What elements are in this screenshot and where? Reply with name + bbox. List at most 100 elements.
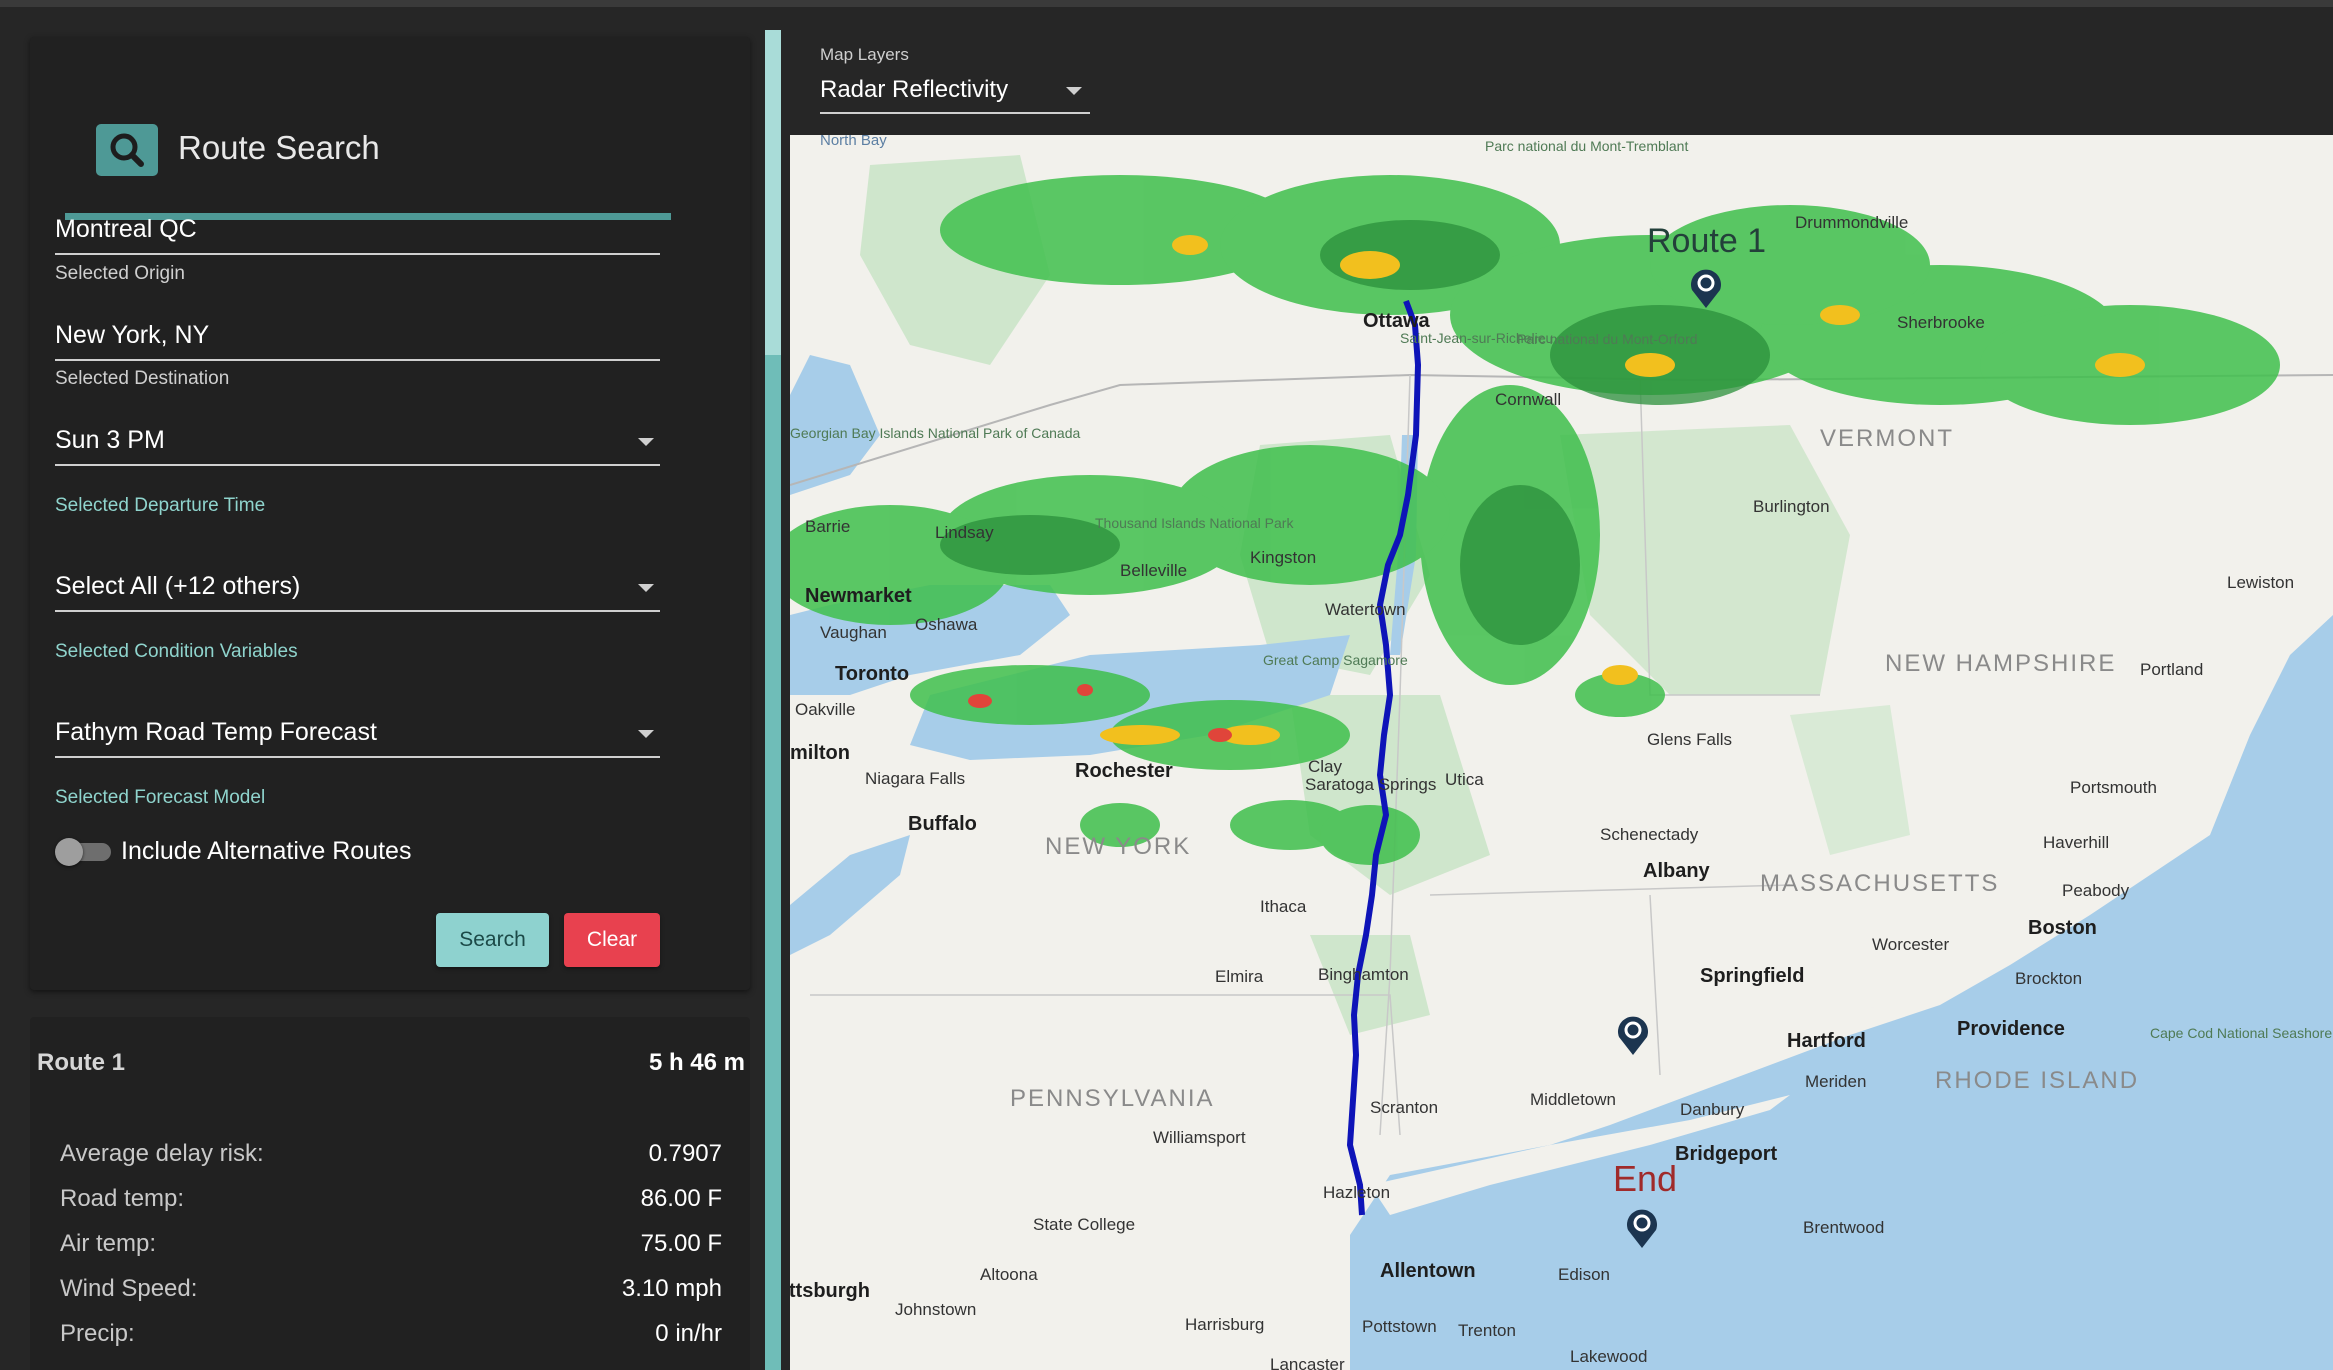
departure-time-value: Sun 3 PM	[55, 426, 165, 454]
city-label: Scranton	[1370, 1098, 1439, 1117]
city-label: Lakewood	[1570, 1347, 1648, 1366]
state-label: NEW HAMPSHIRE	[1885, 650, 2117, 677]
city-label: Newmarket	[805, 585, 912, 607]
city-label: Lewiston	[2227, 573, 2295, 592]
city-label: Clay	[1308, 757, 1343, 776]
city-label: Schenectady	[1600, 825, 1699, 844]
forecast-model-select[interactable]: Fathym Road Temp Forecast	[55, 708, 660, 758]
city-label: Pottstown	[1362, 1317, 1437, 1336]
city-label: Peabody	[2062, 881, 2130, 900]
city-label: Brentwood	[1803, 1218, 1885, 1237]
clear-button[interactable]: Clear	[564, 913, 660, 967]
city-label: Altoona	[980, 1265, 1038, 1284]
city-label: Danbury	[1680, 1100, 1745, 1119]
stat-value: 3.10 mph	[621, 1275, 722, 1302]
city-label: Vaughan	[820, 623, 887, 642]
city-label: Lindsay	[935, 523, 994, 542]
condition-variables-value: Select All (+12 others)	[55, 572, 301, 600]
park-label: Parc national du Mont-Orford	[1517, 331, 1698, 347]
chevron-down-icon	[638, 438, 654, 446]
origin-input[interactable]: Montreal QC	[55, 205, 660, 255]
map-view[interactable]: NEW YORK PENNSYLVANIA MASSACHUSETTS NEW …	[790, 135, 2333, 1370]
condition-variables-select[interactable]: Select All (+12 others)	[55, 562, 660, 612]
city-label: Albany	[1643, 860, 1710, 882]
destination-helper: Selected Destination	[55, 368, 230, 389]
city-label: Bridgeport	[1675, 1143, 1778, 1165]
city-label: Trenton	[1458, 1321, 1516, 1340]
city-label: Rochester	[1075, 760, 1173, 782]
stat-row: Air temp: 75.00 F	[60, 1230, 722, 1270]
city-label: Pittsburgh	[790, 1280, 870, 1302]
map-layers-label: Map Layers	[820, 45, 909, 64]
destination-input[interactable]: New York, NY	[55, 311, 660, 361]
map-layer-value: Radar Reflectivity	[820, 76, 1009, 103]
origin-value: Montreal QC	[55, 215, 197, 243]
stat-value: 75.00 F	[640, 1230, 722, 1257]
search-button[interactable]: Search	[436, 913, 549, 967]
city-label: Hartford	[1787, 1030, 1866, 1052]
chevron-down-icon	[638, 730, 654, 738]
top-bar	[0, 0, 2333, 7]
city-label: Sherbrooke	[1897, 313, 1985, 332]
destination-pin-icon[interactable]	[1625, 1208, 1659, 1248]
park-label: Great Camp Sagamore	[1263, 652, 1408, 668]
city-label: milton	[790, 742, 850, 764]
alternative-routes-toggle[interactable]	[55, 838, 111, 866]
chevron-down-icon	[638, 584, 654, 592]
city-label: Edison	[1558, 1265, 1610, 1284]
city-label: Niagara Falls	[865, 769, 966, 788]
city-label: Watertown	[1325, 600, 1406, 619]
city-label: Oshawa	[915, 615, 978, 634]
stat-value: 86.00 F	[640, 1185, 722, 1212]
chevron-down-icon	[1066, 87, 1082, 95]
forecast-model-helper: Selected Forecast Model	[55, 787, 266, 808]
city-label: Elmira	[1215, 967, 1264, 986]
city-label: Portland	[2140, 660, 2204, 679]
city-label: Utica	[1445, 770, 1484, 789]
stat-label: Precip:	[60, 1320, 135, 1347]
waypoint-pin-icon[interactable]	[1616, 1015, 1650, 1055]
city-label: Burlington	[1753, 497, 1830, 516]
route-map-label: Route 1	[1647, 222, 1767, 260]
park-label: Thousand Islands National Park	[1095, 515, 1294, 531]
park-label: Parc national du Mont-Tremblant	[1485, 138, 1689, 154]
condition-variables-helper: Selected Condition Variables	[55, 641, 298, 662]
city-label: Allentown	[1380, 1260, 1476, 1282]
city-label: Ithaca	[1260, 897, 1307, 916]
city-label: Providence	[1957, 1018, 2065, 1040]
state-label: MASSACHUSETTS	[1760, 870, 2000, 897]
stat-row: Wind Speed: 3.10 mph	[60, 1275, 722, 1315]
stat-label: Road temp:	[60, 1185, 185, 1212]
park-label: Cape Cod National Seashore	[2150, 1025, 2333, 1041]
city-label: Meriden	[1805, 1072, 1867, 1091]
city-label: State College	[1033, 1215, 1136, 1234]
route-search-header: Route Search	[65, 87, 671, 220]
city-label: Belleville	[1120, 561, 1188, 580]
alternative-routes-label: Include Alternative Routes	[121, 837, 412, 865]
state-label: VERMONT	[1820, 425, 1954, 452]
city-label: Haverhill	[2043, 833, 2110, 852]
route-duration: 5 h 46 m	[648, 1049, 745, 1076]
origin-pin-icon[interactable]	[1689, 268, 1723, 308]
city-label: Springfield	[1700, 965, 1805, 987]
map-layers-select[interactable]: Radar Reflectivity	[820, 72, 1090, 114]
city-label: Glens Falls	[1647, 730, 1733, 749]
city-label: Cornwall	[1495, 390, 1562, 409]
origin-helper: Selected Origin	[55, 263, 185, 284]
sidebar-scrollbar[interactable]	[765, 30, 781, 1370]
stat-label: Wind Speed:	[60, 1275, 198, 1302]
departure-time-helper: Selected Departure Time	[55, 495, 266, 516]
stat-row: Precip: 0 in/hr	[60, 1320, 722, 1360]
stat-row: Road temp: 86.00 F	[60, 1185, 722, 1225]
departure-time-select[interactable]: Sun 3 PM	[55, 416, 660, 466]
park-label: Georgian Bay Islands National Park of Ca…	[790, 425, 1081, 441]
city-label: Johnstown	[895, 1300, 977, 1319]
city-label: Drummondville	[1795, 213, 1909, 232]
stat-label: Average delay risk:	[60, 1140, 264, 1167]
stat-label: Air temp:	[60, 1230, 157, 1257]
route-search-title: Route Search	[178, 129, 380, 166]
city-label: Middletown	[1530, 1090, 1616, 1109]
scrollbar-thumb[interactable]	[765, 30, 781, 355]
city-label: Lancaster	[1270, 1355, 1345, 1370]
stat-value: 0.7907	[648, 1140, 722, 1167]
